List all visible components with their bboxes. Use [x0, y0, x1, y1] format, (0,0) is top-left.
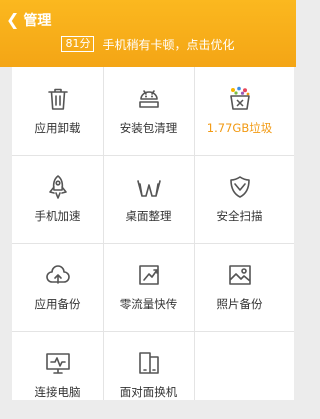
tool-package-cleanup[interactable]: 安装包清理	[103, 67, 194, 155]
tool-label: 面对面换机	[119, 385, 178, 399]
score-badge: 81分	[61, 36, 95, 52]
monitor-icon	[45, 353, 70, 374]
chevron-left-icon: ❮	[6, 10, 20, 29]
optimize-banner[interactable]: 81分 手机稍有卡顿，点击优化	[0, 34, 296, 54]
tool-label: 应用卸载	[34, 121, 81, 135]
tool-uninstall-apps[interactable]: 应用卸载	[12, 67, 103, 155]
android-icon	[138, 90, 159, 108]
rocket-icon	[48, 175, 67, 199]
trash-icon	[47, 88, 68, 110]
tool-connect-pc[interactable]: 连接电脑	[12, 331, 103, 419]
tool-phone-boost[interactable]: 手机加速	[12, 155, 103, 243]
shield-icon	[229, 176, 250, 198]
status-text: 手机稍有卡顿，点击优化	[102, 37, 235, 52]
page-title: 管理	[23, 13, 52, 29]
tool-face-to-face-switch[interactable]: 面对面换机	[103, 331, 194, 419]
tool-label: 手机加速	[34, 209, 81, 223]
tool-label: 连接电脑	[34, 385, 81, 399]
tool-label: 安装包清理	[119, 121, 178, 135]
tool-label: 应用备份	[34, 297, 81, 311]
tools-grid: 应用卸载 安装包清理 1.77GB垃圾 手机加速 桌面整理 安全扫描 应用备份 …	[12, 67, 294, 400]
tool-label: 桌面整理	[125, 209, 172, 223]
back-button[interactable]: ❮ 管理	[6, 8, 51, 32]
tool-label: 安全扫描	[216, 209, 263, 223]
header-bar: ❮ 管理 81分 手机稍有卡顿，点击优化	[0, 0, 296, 67]
desktop-organize-icon	[136, 180, 161, 197]
phone-switch-icon	[138, 352, 159, 374]
tool-label: 零流量快传	[119, 297, 178, 311]
tool-photo-backup[interactable]: 照片备份	[194, 243, 285, 331]
tool-app-backup[interactable]: 应用备份	[12, 243, 103, 331]
photo-icon	[228, 265, 251, 285]
cloud-upload-icon	[45, 265, 70, 284]
junk-size-label: 1.77GB垃圾	[206, 121, 273, 135]
tool-zero-data-transfer[interactable]: 零流量快传	[103, 243, 194, 331]
tool-security-scan[interactable]: 安全扫描	[194, 155, 285, 243]
transfer-icon	[138, 265, 159, 285]
tool-junk-clean[interactable]: 1.77GB垃圾	[194, 67, 285, 155]
tool-label: 照片备份	[216, 297, 263, 311]
tool-desktop-organize[interactable]: 桌面整理	[103, 155, 194, 243]
junk-bin-icon	[229, 86, 250, 110]
